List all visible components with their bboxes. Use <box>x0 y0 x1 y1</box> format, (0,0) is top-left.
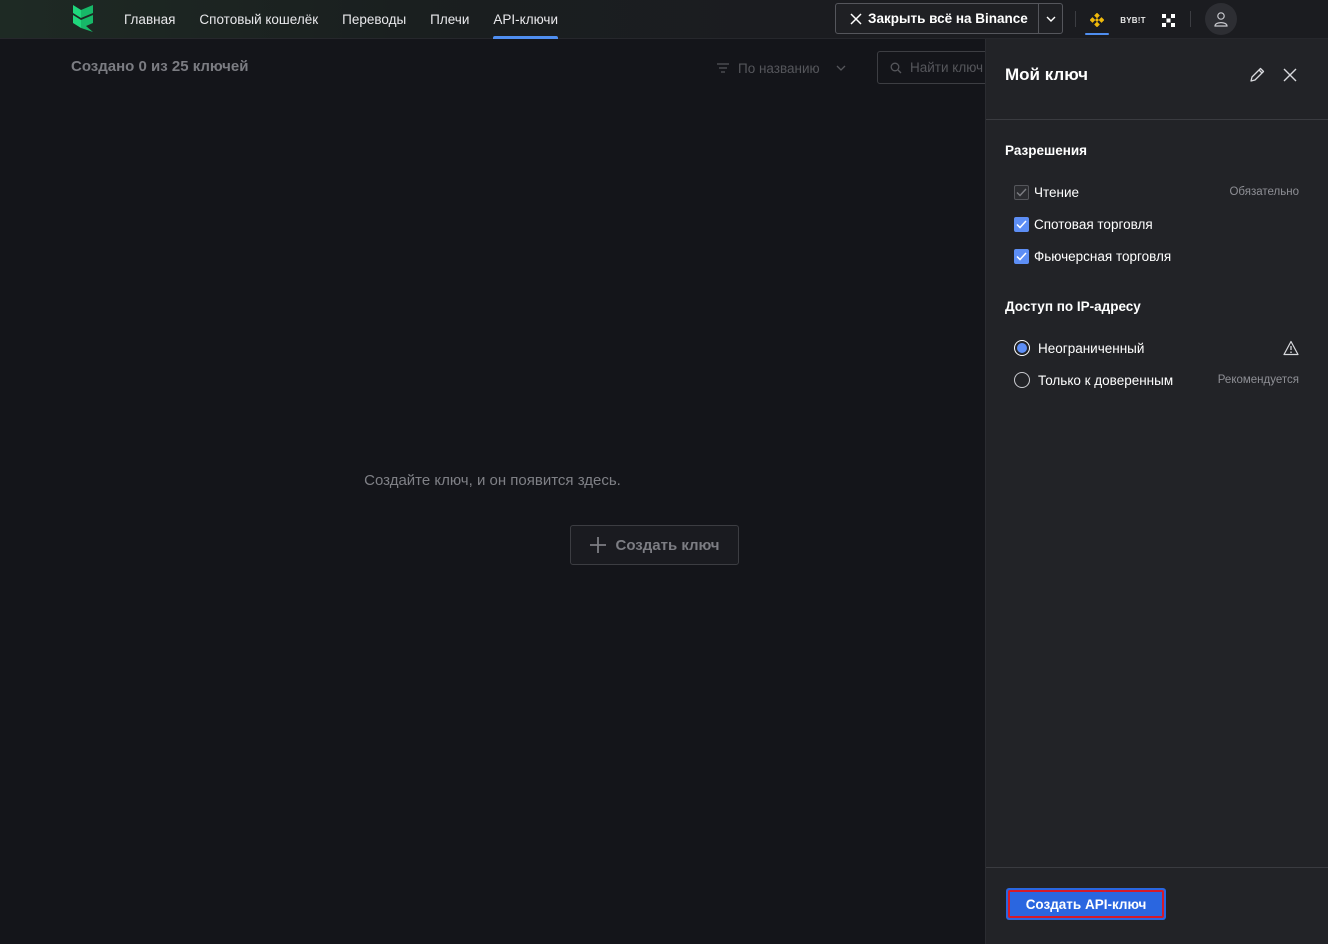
search-icon <box>890 62 902 73</box>
warning-icon <box>1283 340 1299 356</box>
checkmark-icon <box>1016 219 1027 229</box>
sort-icon <box>717 63 729 73</box>
drawer-footer-divider <box>986 867 1328 868</box>
permission-spot-label[interactable]: Спотовая торговля <box>1034 217 1153 232</box>
chevron-down-icon <box>1046 16 1055 22</box>
checkmark-icon <box>1016 188 1027 197</box>
create-key-button[interactable]: Создать ключ <box>570 525 739 565</box>
key-drawer: Мой ключ Разрешения Чтение Обязательно С… <box>985 39 1328 944</box>
exchange-bybit-button[interactable]: BYB!T <box>1119 6 1147 34</box>
nav-item-leverage[interactable]: Плечи <box>418 0 481 39</box>
app-root: Главная Спотовый кошелёк Переводы Плечи … <box>0 0 1328 944</box>
ip-trusted-label[interactable]: Только к доверенным <box>1038 373 1173 388</box>
checkmark-icon <box>1016 251 1027 261</box>
nav-item-api-keys[interactable]: API-ключи <box>481 0 570 39</box>
exchange-okx-button[interactable] <box>1157 6 1179 34</box>
edit-name-button[interactable] <box>1248 66 1266 84</box>
bybit-logo-icon: BYB!T <box>1120 15 1146 25</box>
exchange-binance-button[interactable] <box>1085 6 1109 34</box>
ip-trusted-hint: Рекомендуется <box>1217 374 1299 386</box>
close-icon <box>850 12 862 25</box>
sort-label: По названию <box>738 60 820 76</box>
ip-unrestricted-label[interactable]: Неограниченный <box>1038 341 1144 356</box>
close-icon <box>1283 68 1297 82</box>
permission-futures-checkbox[interactable] <box>1014 248 1029 264</box>
divider <box>1190 11 1191 27</box>
permission-spot[interactable]: Спотовая торговля <box>1014 214 1299 234</box>
nav-item-home[interactable]: Главная <box>112 0 187 39</box>
permission-read-checkbox <box>1014 184 1029 200</box>
create-key-label: Создать ключ <box>615 536 720 554</box>
exchange-selected-indicator <box>1085 33 1109 35</box>
permission-futures[interactable]: Фьючерсная торговля <box>1014 246 1299 266</box>
permission-read: Чтение Обязательно <box>1014 182 1299 202</box>
ip-trusted-radio[interactable] <box>1014 372 1030 388</box>
close-all-button[interactable]: Закрыть всё на Binance <box>836 4 1038 33</box>
top-bar: Главная Спотовый кошелёк Переводы Плечи … <box>0 0 1328 39</box>
binance-logo-icon <box>1090 13 1104 27</box>
permission-spot-checkbox[interactable] <box>1014 216 1029 232</box>
close-all-dropdown-button[interactable] <box>1038 4 1062 33</box>
permission-futures-label[interactable]: Фьючерсная торговля <box>1034 249 1171 264</box>
nav-item-spot-wallet[interactable]: Спотовый кошелёк <box>187 0 330 39</box>
ip-option-trusted[interactable]: Только к доверенным Рекомендуется <box>1014 370 1299 390</box>
pencil-icon <box>1250 67 1265 82</box>
app-logo-icon[interactable] <box>72 4 94 34</box>
search-placeholder: Найти ключ <box>910 60 984 75</box>
create-api-key-button[interactable]: Создать API-ключ <box>1006 888 1166 920</box>
permission-read-hint: Обязательно <box>1229 186 1299 198</box>
keys-count-title: Создано 0 из 25 ключей <box>71 58 249 75</box>
close-all-label: Закрыть всё на Binance <box>868 11 1028 26</box>
empty-state-message: Создайте ключ, и он появится здесь. <box>364 472 621 489</box>
nav-item-transfers[interactable]: Переводы <box>330 0 418 39</box>
divider <box>1075 11 1076 27</box>
drawer-close-button[interactable] <box>1282 67 1298 83</box>
sort-dropdown[interactable]: По названию <box>716 59 846 77</box>
create-api-key-label: Создать API-ключ <box>1008 890 1164 918</box>
user-icon <box>1214 12 1228 27</box>
drawer-divider <box>986 119 1328 120</box>
user-avatar-button[interactable] <box>1205 3 1237 35</box>
close-all-control: Закрыть всё на Binance <box>835 3 1063 34</box>
main-nav: Главная Спотовый кошелёк Переводы Плечи … <box>112 0 570 39</box>
plus-icon <box>590 537 607 553</box>
okx-logo-icon <box>1161 13 1175 27</box>
ip-access-title: Доступ по IP-адресу <box>1005 299 1141 314</box>
ip-option-unrestricted[interactable]: Неограниченный <box>1014 338 1299 358</box>
permissions-title: Разрешения <box>1005 143 1088 158</box>
ip-unrestricted-radio[interactable] <box>1014 340 1030 356</box>
permission-read-label: Чтение <box>1034 184 1080 200</box>
chevron-down-icon <box>836 65 846 71</box>
drawer-title: Мой ключ <box>1005 65 1088 84</box>
api-keys-main: Создано 0 из 25 ключей По названию Найти… <box>0 39 1017 944</box>
